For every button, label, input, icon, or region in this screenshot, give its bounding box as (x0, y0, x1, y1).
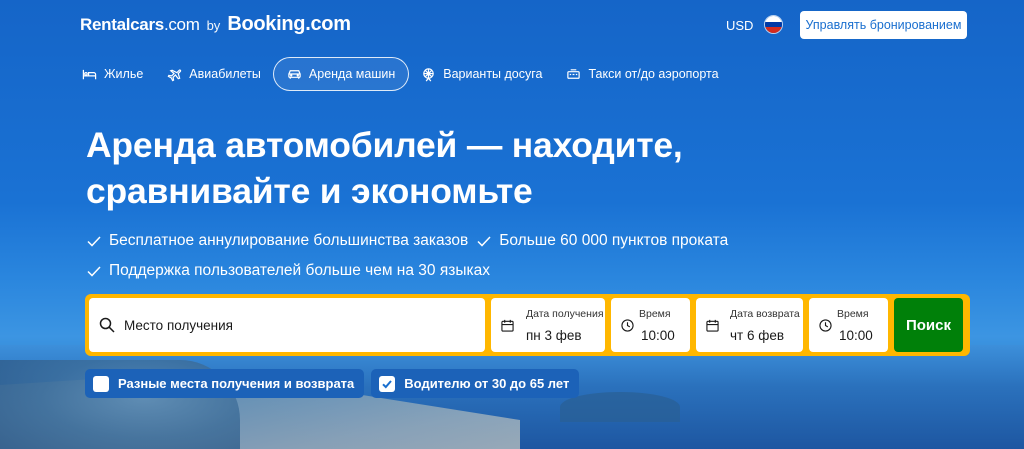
return-date-value: чт 6 фев (730, 328, 785, 343)
car-icon (288, 69, 301, 79)
russia-flag-icon[interactable] (764, 15, 783, 34)
benefit-item: Поддержка пользователей больше чем на 30… (86, 260, 490, 282)
driver-age-label: Водителю от 30 до 65 лет (404, 376, 570, 391)
bed-icon (82, 69, 97, 79)
logo-by: by (206, 18, 221, 33)
rentalcars-wordmark: Rentalcars.com (80, 15, 200, 34)
calendar-icon (706, 319, 719, 332)
pickup-date-value: пн 3 фев (526, 328, 582, 343)
nav-label: Варианты досуга (443, 67, 543, 81)
return-date-label: Дата возврата (730, 308, 800, 320)
pickup-date-label: Дата получения (526, 308, 604, 320)
clock-icon (621, 319, 634, 332)
taxi-icon (567, 68, 581, 79)
top-header: Rentalcars.com by Booking.com USD Управл… (0, 0, 1024, 52)
checkmark-icon (87, 236, 101, 247)
nav-item-airport-taxi[interactable]: Такси от/до аэропорта (554, 57, 730, 91)
driver-age-checkbox[interactable]: Водителю от 30 до 65 лет (371, 369, 580, 398)
title-line-2: сравнивайте и экономьте (86, 171, 533, 211)
nav-item-attractions[interactable]: Варианты досуга (409, 57, 554, 91)
return-time-field[interactable]: Время 10:00 (809, 298, 888, 352)
checkbox-checked[interactable] (379, 375, 396, 392)
checkbox-unchecked[interactable] (93, 375, 109, 392)
page-title: Аренда автомобилей — находите, сравнивай… (86, 122, 846, 214)
nav-item-car-rental[interactable]: Аренда машин (272, 57, 410, 91)
product-nav: Жилье Авиабилеты Аренда машин Варианты д… (70, 57, 731, 91)
clock-icon (819, 319, 832, 332)
title-line-1: Аренда автомобилей — находите, (86, 125, 683, 165)
calendar-icon (501, 319, 514, 332)
nav-label: Жилье (104, 67, 144, 81)
search-button[interactable]: Поиск (894, 298, 963, 352)
attractions-icon (423, 67, 435, 81)
nav-label: Аренда машин (308, 67, 396, 81)
search-options: Разные места получения и возврата Водите… (85, 369, 580, 398)
nav-label: Авиабилеты (189, 67, 261, 81)
site-logo[interactable]: Rentalcars.com by Booking.com (80, 13, 351, 36)
booking-wordmark: Booking.com (227, 13, 351, 35)
nav-item-stays[interactable]: Жилье (70, 57, 155, 91)
return-time-label: Время (837, 308, 869, 320)
pickup-time-value: 10:00 (641, 328, 675, 343)
search-form: Место получения Дата получения пн 3 фев … (85, 294, 970, 356)
different-return-label: Разные места получения и возврата (118, 376, 355, 391)
pickup-date-field[interactable]: Дата получения пн 3 фев (491, 298, 605, 352)
different-return-checkbox[interactable]: Разные места получения и возврата (85, 369, 365, 398)
plane-icon (167, 68, 182, 81)
nav-item-flights[interactable]: Авиабилеты (155, 57, 273, 91)
return-time-value: 10:00 (839, 328, 873, 343)
checkmark-icon (477, 236, 491, 247)
nav-label: Такси от/до аэропорта (588, 67, 719, 81)
currency-selector[interactable]: USD (726, 18, 753, 33)
search-icon (99, 317, 115, 333)
pickup-time-field[interactable]: Время 10:00 (611, 298, 690, 352)
checkmark-icon (87, 266, 101, 277)
manage-booking-button[interactable]: Управлять бронированием (800, 11, 967, 39)
benefit-item: Бесплатное аннулирование большинства зак… (86, 230, 468, 252)
pickup-location-placeholder: Место получения (124, 317, 233, 333)
return-date-field[interactable]: Дата возврата чт 6 фев (696, 298, 803, 352)
benefit-item: Больше 60 000 пунктов проката (476, 230, 728, 252)
pickup-time-label: Время (639, 308, 671, 320)
pickup-location-field[interactable]: Место получения (89, 298, 485, 352)
checkmark-icon (382, 379, 393, 388)
benefits-list: Бесплатное аннулирование большинства зак… (86, 226, 806, 286)
